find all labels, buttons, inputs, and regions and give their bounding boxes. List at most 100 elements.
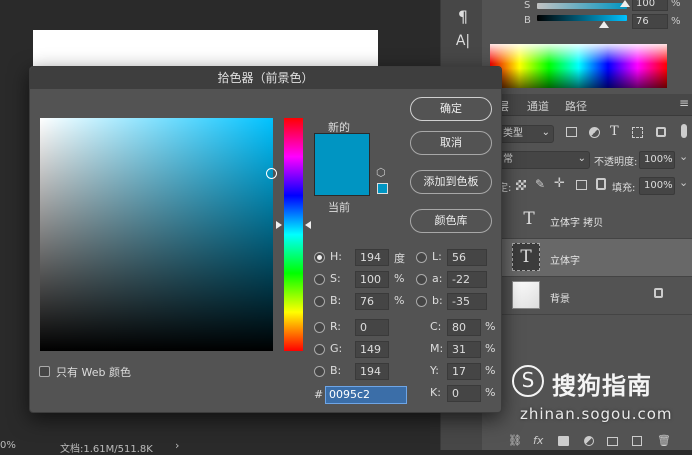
layer-row-selected[interactable]: T 立体字 <box>482 239 692 277</box>
m-label: M: <box>430 342 444 355</box>
b-slider-handle[interactable] <box>599 21 609 28</box>
l-label: L: <box>432 250 442 263</box>
text-layer-icon: T <box>523 209 535 229</box>
status-menu-arrow[interactable]: › <box>175 439 179 452</box>
color-field-marker[interactable] <box>266 168 277 179</box>
h-radio[interactable] <box>314 252 325 263</box>
g-input[interactable]: 149 <box>355 341 389 358</box>
lock-all-icon[interactable] <box>596 178 606 190</box>
b-value-field[interactable]: 76 <box>632 14 668 29</box>
tab-channels[interactable]: 通道 <box>527 98 549 114</box>
g-radio[interactable] <box>314 344 325 355</box>
c-unit: % <box>485 320 496 333</box>
filter-toggle-icon[interactable] <box>681 124 687 138</box>
filter-shape-icon[interactable] <box>632 127 643 138</box>
blend-mode-select[interactable]: 常 ⌄ <box>498 151 590 169</box>
paragraph-icon[interactable]: ¶ <box>455 7 471 27</box>
opacity-dropdown-icon[interactable]: ⌄ <box>679 150 688 163</box>
lab-b-label: b: <box>432 294 443 307</box>
web-colors-only-label: 只有 Web 颜色 <box>56 366 131 379</box>
panel-menu-icon[interactable]: ≡ <box>679 96 689 110</box>
k-label: K: <box>430 386 441 399</box>
trash-icon[interactable]: 🗑 <box>657 434 671 447</box>
layer-name[interactable]: 立体字 <box>550 252 580 267</box>
blue-input[interactable]: 194 <box>355 363 389 380</box>
fill-label: 填充: <box>612 183 636 194</box>
k-input[interactable]: 0 <box>447 385 481 402</box>
hex-input[interactable]: 0095c2 <box>325 386 407 404</box>
h-input[interactable]: 194 <box>355 249 389 266</box>
mask-icon[interactable] <box>558 436 569 446</box>
lock-pixels-icon[interactable]: ✎ <box>535 177 545 191</box>
s-slider-track[interactable] <box>537 3 627 9</box>
s-slider-handle[interactable] <box>620 0 630 7</box>
color-libraries-button[interactable]: 颜色库 <box>410 209 492 233</box>
filter-smartobject-icon[interactable] <box>656 127 666 137</box>
s-input[interactable]: 100 <box>355 271 389 288</box>
web-safe-swatch[interactable] <box>377 183 388 194</box>
filter-adjustment-icon[interactable] <box>589 127 600 138</box>
s-value-field[interactable]: 100 <box>632 0 668 11</box>
cancel-button[interactable]: 取消 <box>410 131 492 155</box>
y-unit: % <box>485 364 496 377</box>
b-slider-track[interactable] <box>537 15 627 21</box>
fx-icon[interactable]: fx <box>533 434 543 447</box>
b-radio[interactable] <box>314 296 325 307</box>
add-to-swatches-button[interactable]: 添加到色板 <box>410 170 492 194</box>
lock-artboard-icon[interactable] <box>576 180 587 190</box>
layer-name[interactable]: 背景 <box>550 290 570 305</box>
fill-input[interactable]: 100% <box>639 177 675 195</box>
hue-slider[interactable] <box>284 118 303 351</box>
b-slider-label: B <box>524 15 531 26</box>
fill-dropdown-icon[interactable]: ⌄ <box>679 176 688 189</box>
filter-pixel-icon[interactable] <box>566 127 577 137</box>
a-input[interactable]: -22 <box>447 271 487 288</box>
lock-transparent-icon[interactable] <box>516 180 526 190</box>
y-label: Y: <box>430 364 439 377</box>
blue-radio[interactable] <box>314 366 325 377</box>
adjustment-icon[interactable] <box>584 436 594 446</box>
c-input[interactable]: 80 <box>447 319 481 336</box>
layers-tab-bar <box>482 94 692 116</box>
text-direction-icon[interactable]: A| <box>455 33 471 53</box>
current-color-label: 当前 <box>328 201 350 214</box>
text-layer-icon: T <box>512 243 540 271</box>
l-input[interactable]: 56 <box>447 249 487 266</box>
r-input[interactable]: 0 <box>355 319 389 336</box>
l-radio[interactable] <box>416 252 427 263</box>
r-radio[interactable] <box>314 322 325 333</box>
opacity-label: 不透明度: <box>594 157 638 168</box>
filter-type-icon[interactable]: T <box>610 124 619 139</box>
watermark-logo-text: 搜狗指南 <box>552 372 652 400</box>
background-layer-thumbnail <box>512 281 540 309</box>
layer-filter-select[interactable]: 类型 ⌄ <box>498 125 554 143</box>
hue-slider-left-arrow[interactable] <box>276 221 282 229</box>
web-colors-only-checkbox[interactable] <box>39 366 50 377</box>
document-canvas <box>33 30 378 70</box>
layer-row[interactable]: 背景 <box>482 277 692 315</box>
color-field[interactable] <box>40 118 273 351</box>
b-input[interactable]: 76 <box>355 293 389 310</box>
ok-button[interactable]: 确定 <box>410 97 492 121</box>
layer-name[interactable]: 立体字 拷贝 <box>550 214 603 229</box>
folder-icon[interactable] <box>607 437 618 446</box>
document-size-status: 文档:1.61M/511.8K <box>60 444 153 455</box>
hue-slider-right-arrow[interactable] <box>305 221 311 229</box>
m-input[interactable]: 31 <box>447 341 481 358</box>
link-icon[interactable]: ⛓ <box>508 434 522 447</box>
watermark-url: zhinan.sogou.com <box>520 405 673 423</box>
tab-paths[interactable]: 路径 <box>565 98 587 114</box>
lab-b-input[interactable]: -35 <box>447 293 487 310</box>
lab-b-radio[interactable] <box>416 296 427 307</box>
new-layer-icon[interactable] <box>632 436 642 446</box>
a-label: a: <box>432 272 443 285</box>
web-safe-cube-icon[interactable]: ⬡ <box>376 167 388 179</box>
opacity-input[interactable]: 100% <box>639 151 675 169</box>
layer-row[interactable]: T 立体字 拷贝 <box>482 201 692 239</box>
a-radio[interactable] <box>416 274 427 285</box>
lock-position-icon[interactable]: ✛ <box>554 176 565 191</box>
y-input[interactable]: 17 <box>447 363 481 380</box>
zoom-status: 0% <box>0 440 16 451</box>
s-radio[interactable] <box>314 274 325 285</box>
b-unit: % <box>671 16 681 27</box>
